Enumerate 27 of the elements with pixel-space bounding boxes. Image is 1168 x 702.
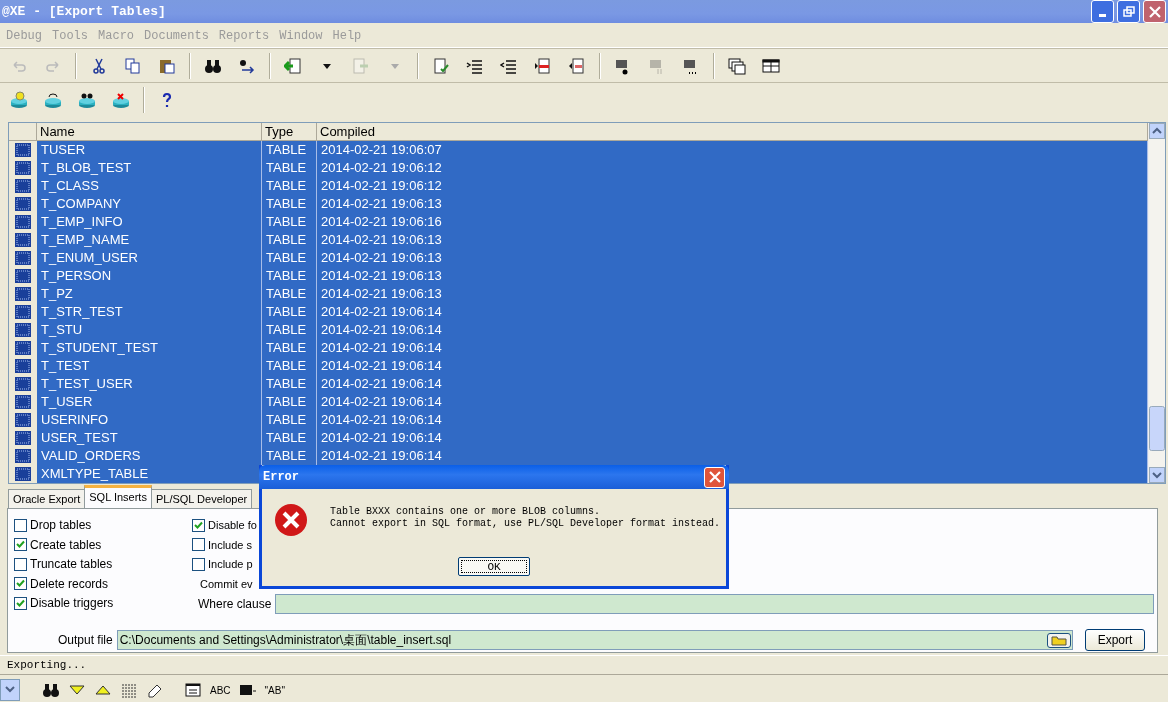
where-clause-label: Where clause bbox=[198, 597, 272, 612]
toolbar-label[interactable]: "AB" bbox=[264, 684, 285, 696]
column-header[interactable]: Type bbox=[262, 122, 317, 141]
tab[interactable]: SQL Inserts bbox=[84, 484, 152, 508]
error-message: Cannot export in SQL format, use PL/SQL Developer format instead. bbox=[330, 518, 721, 530]
tab[interactable]: PL/SQL Developer bbox=[150, 488, 253, 508]
option-label: Include s bbox=[208, 538, 253, 551]
option-label: Drop tables bbox=[30, 518, 92, 533]
commit-label: Commit ev bbox=[199, 577, 253, 590]
ok-button[interactable]: OK bbox=[458, 557, 530, 576]
output-file-field[interactable]: C:\Documents and Settings\Administrator\桌面\table_insert.sql bbox=[116, 630, 1073, 651]
toolbar-label[interactable]: ABC bbox=[210, 684, 231, 696]
option-label: Delete records bbox=[30, 576, 109, 591]
status-text: Exporting... bbox=[7, 658, 87, 671]
error-message: Table BXXX contains one or more BLOB columns. bbox=[330, 506, 602, 518]
export-button[interactable]: Export bbox=[1085, 629, 1145, 652]
window-title: @XE - [Export Tables] bbox=[2, 4, 166, 20]
output-file-label: Output file bbox=[58, 633, 113, 648]
option-label: Disable fo bbox=[208, 519, 257, 532]
tab[interactable]: Oracle Export bbox=[8, 488, 86, 508]
column-header[interactable]: Compiled bbox=[317, 122, 1148, 141]
option-label: Create tables bbox=[30, 537, 102, 552]
dialog-title: Error bbox=[263, 470, 299, 484]
option-label: Truncate tables bbox=[30, 557, 113, 572]
column-header[interactable]: Name bbox=[37, 122, 262, 141]
option-label: Disable triggers bbox=[30, 596, 114, 611]
option-label: Include p bbox=[208, 558, 253, 571]
